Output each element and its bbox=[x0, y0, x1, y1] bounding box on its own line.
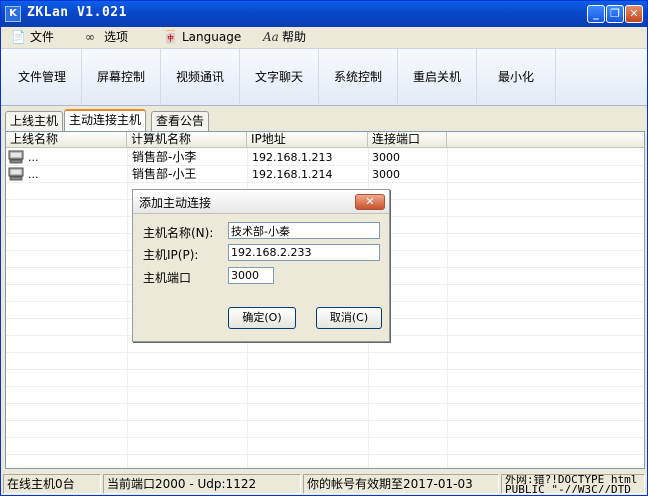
col-port[interactable]: 连接端口 bbox=[368, 132, 447, 148]
file-manager-button[interactable]: 文件管理 bbox=[3, 49, 82, 105]
file-icon: 📄 bbox=[11, 30, 26, 44]
dialog-title-bar[interactable]: 添加主动连接 ✕ bbox=[133, 190, 389, 214]
minimize-to-tray-button[interactable]: 最小化 bbox=[477, 49, 556, 105]
host-port-input[interactable] bbox=[228, 267, 274, 284]
maximize-button[interactable]: ❐ bbox=[606, 5, 624, 23]
gridline bbox=[6, 454, 644, 455]
status-online-count: 在线主机0台 bbox=[3, 474, 101, 494]
toolbar: 文件管理 屏幕控制 视频通讯 文字聊天 系统控制 重启关机 最小化 bbox=[1, 48, 647, 106]
col-online-name[interactable]: 上线名称 bbox=[6, 132, 127, 148]
menu-options-label: 选项 bbox=[104, 30, 129, 44]
window-title: ZKLan V1.021 bbox=[27, 5, 127, 20]
row-ip: 192.168.1.213 bbox=[252, 151, 333, 164]
gridline bbox=[6, 403, 644, 404]
computer-icon bbox=[8, 150, 24, 164]
gridline bbox=[6, 369, 644, 370]
status-bar: 在线主机0台 当前端口2000 - Udp:1122 你的帐号有效期至2017-… bbox=[1, 473, 647, 495]
status-ticker: 外网:错?!DOCTYPE html PUBLIC "-//W3C//DTD bbox=[501, 474, 645, 494]
text-chat-button[interactable]: 文字聊天 bbox=[240, 49, 319, 105]
menu-help-label: 帮助 bbox=[282, 30, 307, 44]
ok-button[interactable]: 确定(O) bbox=[228, 307, 296, 329]
system-control-button[interactable]: 系统控制 bbox=[319, 49, 398, 105]
row-computer-name: 销售部-小王 bbox=[132, 167, 197, 181]
row-port: 3000 bbox=[372, 168, 400, 181]
gridline bbox=[6, 437, 644, 438]
cancel-button[interactable]: 取消(C) bbox=[316, 307, 382, 329]
menu-language-label: Language bbox=[182, 30, 242, 44]
minimize-button[interactable]: _ bbox=[587, 5, 605, 23]
title-bar[interactable]: K ZKLan V1.021 _ ❐ ✕ bbox=[1, 1, 647, 27]
host-port-label: 主机端口 bbox=[143, 271, 192, 285]
list-header: 上线名称 计算机名称 IP地址 连接端口 bbox=[6, 132, 644, 148]
tab-strip: 上线主机 主动连接主机 查看公告 bbox=[1, 109, 647, 131]
menu-language[interactable]: 🀄 Language bbox=[163, 28, 241, 46]
menu-options[interactable]: ∞ 选项 bbox=[85, 28, 128, 46]
tab-online-hosts[interactable]: 上线主机 bbox=[5, 111, 64, 131]
status-port: 当前端口2000 - Udp:1122 bbox=[103, 474, 301, 494]
gridline bbox=[6, 420, 644, 421]
host-name-label: 主机名称(N): bbox=[143, 226, 214, 240]
add-connection-dialog: 添加主动连接 ✕ 主机名称(N): 主机IP(P): 主机端口 确定(O) 取消… bbox=[132, 189, 390, 342]
row-online-name: ... bbox=[28, 168, 39, 181]
col-ip-address[interactable]: IP地址 bbox=[247, 132, 368, 148]
row-port: 3000 bbox=[372, 151, 400, 164]
host-name-input[interactable] bbox=[228, 222, 380, 239]
menu-bar: 📄 文件 ∞ 选项 🀄 Language Aa 帮助 bbox=[1, 27, 647, 47]
gridline bbox=[6, 352, 644, 353]
menu-file-label: 文件 bbox=[30, 30, 55, 44]
tab-announcements[interactable]: 查看公告 bbox=[151, 111, 210, 131]
table-row[interactable]: ... 销售部-小王 192.168.1.214 3000 bbox=[6, 166, 446, 183]
row-computer-name: 销售部-小李 bbox=[132, 150, 197, 164]
dialog-close-button[interactable]: ✕ bbox=[355, 194, 385, 210]
restart-shutdown-button[interactable]: 重启关机 bbox=[398, 49, 477, 105]
video-call-button[interactable]: 视频通讯 bbox=[161, 49, 240, 105]
glasses-icon: ∞ bbox=[85, 30, 95, 44]
row-online-name: ... bbox=[28, 151, 39, 164]
table-row[interactable]: ... 销售部-小李 192.168.1.213 3000 bbox=[6, 149, 446, 166]
app-logo-icon: K bbox=[5, 6, 21, 22]
app-window: K ZKLan V1.021 _ ❐ ✕ 📄 文件 ∞ 选项 🀄 Language A… bbox=[0, 0, 648, 496]
status-expiry: 你的帐号有效期至2017-01-03 bbox=[303, 474, 499, 494]
menu-help[interactable]: Aa 帮助 bbox=[263, 28, 306, 46]
host-ip-input[interactable] bbox=[228, 244, 380, 261]
close-button[interactable]: ✕ bbox=[625, 5, 643, 23]
dialog-title: 添加主动连接 bbox=[139, 196, 212, 210]
screen-control-button[interactable]: 屏幕控制 bbox=[82, 49, 161, 105]
host-ip-label: 主机IP(P): bbox=[143, 248, 199, 262]
help-icon: Aa bbox=[263, 30, 279, 44]
gridline bbox=[6, 386, 644, 387]
col-computer-name[interactable]: 计算机名称 bbox=[127, 132, 247, 148]
menu-file[interactable]: 📄 文件 bbox=[11, 28, 54, 46]
tab-active-connect[interactable]: 主动连接主机 bbox=[64, 109, 147, 131]
row-ip: 192.168.1.214 bbox=[252, 168, 333, 181]
language-icon: 🀄 bbox=[163, 30, 178, 44]
computer-icon bbox=[8, 167, 24, 181]
